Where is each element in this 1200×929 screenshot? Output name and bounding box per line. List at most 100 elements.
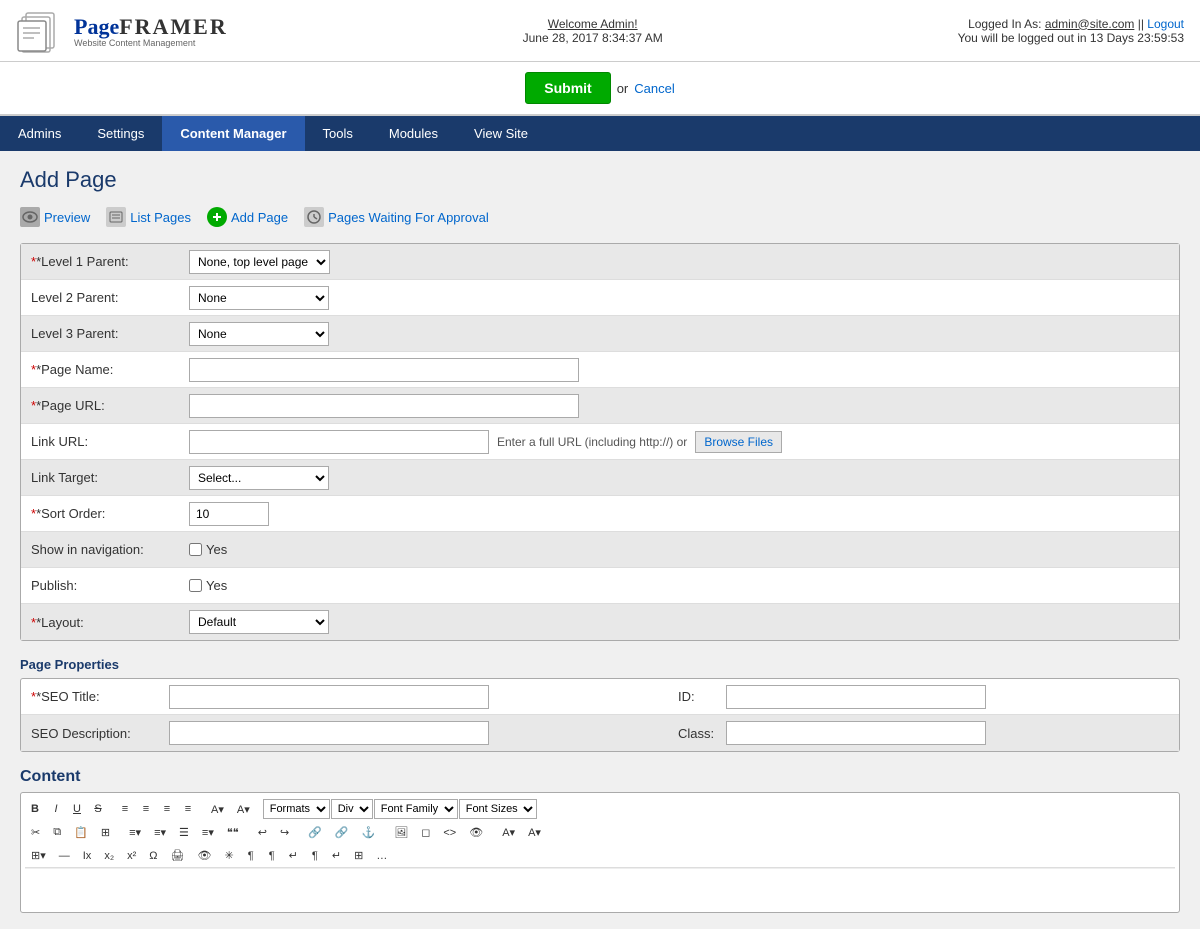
format-para-button[interactable]: ¶ <box>262 847 282 865</box>
level3-parent-select[interactable]: None Option 1 Option 2 <box>189 322 329 346</box>
page-name-input[interactable] <box>189 358 579 382</box>
bg-color-button2[interactable]: A▾ <box>522 823 547 842</box>
sort-order-label: **Sort Order: <box>21 500 181 527</box>
class-label: Class: <box>678 726 718 741</box>
align-right-button[interactable]: ≡ <box>157 800 177 818</box>
preview-link[interactable]: Preview <box>20 207 90 227</box>
page-url-input[interactable] <box>189 394 579 418</box>
level1-parent-row: **Level 1 Parent: None, top level page H… <box>21 244 1179 280</box>
level2-parent-select[interactable]: None Option 1 Option 2 <box>189 286 329 310</box>
align-center-button[interactable]: ≡ <box>136 800 156 818</box>
cut-button[interactable]: ✂ <box>25 823 46 842</box>
anchor-button[interactable]: ⚓ <box>356 823 382 842</box>
table-tools-button[interactable]: ⊞▾ <box>25 846 52 865</box>
underline-button[interactable]: U <box>67 800 87 818</box>
preview-button[interactable]: 👁 <box>463 823 489 842</box>
toolbar-row-2: ✂ ⧉ 📋 ⊞ ≡▾ ≡▾ ☰ ≡▾ ❝❝ ↩ ↪ 🔗 🔗 ⚓ 🖼 ◻ <> 👁… <box>25 821 1175 844</box>
sub-nav: Preview List Pages Add Page Pages Waitin… <box>20 207 1180 227</box>
outdent-button[interactable]: ☰ <box>173 823 195 842</box>
logout-warning: You will be logged out in 13 Days 23:59:… <box>958 31 1184 45</box>
layout-select[interactable]: Default Full Width Sidebar Left Sidebar … <box>189 610 329 634</box>
align-justify-button[interactable]: ≡ <box>178 800 198 818</box>
insert-table-button[interactable]: ◻ <box>415 823 436 842</box>
toolbar-row-3: ⊞▾ — Ix x₂ x² Ω 🖨 👁 ✳ ¶ ¶ ↵ ¶ ↵ ⊞ … <box>25 844 1175 868</box>
paste-word-button[interactable]: ⊞ <box>95 823 116 842</box>
bg-color-button[interactable]: A▾ <box>231 800 256 819</box>
pilcrow-button[interactable]: ¶ <box>305 847 325 865</box>
special-chars-button[interactable]: Ω <box>143 847 163 865</box>
level2-parent-row: Level 2 Parent: None Option 1 Option 2 <box>21 280 1179 316</box>
publish-field: Yes <box>181 574 235 597</box>
add-page-link[interactable]: Add Page <box>207 207 288 227</box>
hr-button[interactable]: — <box>53 847 76 865</box>
cancel-link[interactable]: Cancel <box>634 81 674 96</box>
ordered-list-button[interactable]: ≡▾ <box>148 823 172 842</box>
text-color-button2[interactable]: A▾ <box>496 823 521 842</box>
table2-button[interactable]: ⊞ <box>348 846 369 865</box>
nav-admins[interactable]: Admins <box>0 116 79 151</box>
copy-button[interactable]: ⧉ <box>47 823 67 842</box>
nav-settings[interactable]: Settings <box>79 116 162 151</box>
align-left-button[interactable]: ≡ <box>115 800 135 818</box>
redo-button[interactable]: ↪ <box>274 823 295 842</box>
logo-page: Page <box>74 14 119 40</box>
undo-button[interactable]: ↩ <box>252 823 273 842</box>
nav-modules[interactable]: Modules <box>371 116 456 151</box>
nav-bar: Admins Settings Content Manager Tools Mo… <box>0 116 1200 151</box>
show-blocks-button[interactable]: ¶ <box>241 847 261 865</box>
sort-order-input[interactable]: 10 <box>189 502 269 526</box>
seo-title-input[interactable] <box>169 685 489 709</box>
link-target-field: Select... _blank _self _parent _top <box>181 462 1179 494</box>
link-url-input[interactable] <box>189 430 489 454</box>
level1-parent-label: **Level 1 Parent: <box>21 248 181 275</box>
show-in-nav-checkbox[interactable] <box>189 543 202 556</box>
italic-button[interactable]: I <box>46 800 66 818</box>
logged-in-label: Logged In As: <box>968 17 1041 31</box>
submit-button[interactable]: Submit <box>525 72 610 104</box>
logo-area: Page FRAMER Website Content Management <box>16 8 228 53</box>
class-input[interactable] <box>726 721 986 745</box>
id-input[interactable] <box>726 685 986 709</box>
print-button[interactable]: 🖨 <box>165 846 191 865</box>
page-properties-panel: **SEO Title: ID: SEO Description: Class: <box>20 678 1180 752</box>
link-target-select[interactable]: Select... _blank _self _parent _top <box>189 466 329 490</box>
list-pages-link[interactable]: List Pages <box>106 207 191 227</box>
link-url-label: Link URL: <box>21 428 181 455</box>
editor-content-area[interactable] <box>25 868 1175 908</box>
nav-content-manager[interactable]: Content Manager <box>162 116 304 151</box>
seo-title-row: **SEO Title: ID: <box>21 679 1179 715</box>
publish-checkbox[interactable] <box>189 579 202 592</box>
block-select[interactable]: Div P H1 <box>331 799 373 819</box>
browse-files-button[interactable]: Browse Files <box>695 431 782 453</box>
subscript-button[interactable]: x₂ <box>98 847 120 865</box>
font-color-button[interactable]: A▾ <box>205 800 230 819</box>
strikethrough-button[interactable]: S <box>88 800 108 818</box>
nav-view-site[interactable]: View Site <box>456 116 546 151</box>
remove-link-button[interactable]: 🔗 <box>329 823 355 842</box>
nonbreaking-button[interactable]: ✳ <box>218 846 239 865</box>
waiting-approval-link[interactable]: Pages Waiting For Approval <box>304 207 489 227</box>
font-family-select[interactable]: Font Family <box>374 799 458 819</box>
html-source-button[interactable]: <> <box>437 824 462 842</box>
logout-link[interactable]: Logout <box>1147 17 1184 31</box>
link-url-field-group: Enter a full URL (including http://) or … <box>181 426 1179 458</box>
bold-button[interactable]: B <box>25 800 45 818</box>
seo-desc-input[interactable] <box>169 721 489 745</box>
indent-button[interactable]: ≡▾ <box>196 823 220 842</box>
font-size-select[interactable]: Font Sizes <box>459 799 537 819</box>
ellipsis-button[interactable]: … <box>370 847 393 865</box>
pilcrow2-button[interactable]: ↵ <box>326 846 347 865</box>
page-break-button[interactable]: ↵ <box>283 846 304 865</box>
level1-parent-select[interactable]: None, top level page Home About Contact <box>189 250 330 274</box>
unordered-list-button[interactable]: ≡▾ <box>123 823 147 842</box>
formats-select[interactable]: Formats <box>263 799 330 819</box>
superscript-button[interactable]: x² <box>121 847 142 865</box>
preview2-button[interactable]: 👁 <box>191 846 217 865</box>
paste-button[interactable]: 📋 <box>68 823 94 842</box>
nav-tools[interactable]: Tools <box>305 116 371 151</box>
insert-image-button[interactable]: 🖼 <box>388 823 414 842</box>
clear-format-button[interactable]: Ix <box>77 847 98 865</box>
blockquote-button[interactable]: ❝❝ <box>221 823 245 842</box>
insert-link-button[interactable]: 🔗 <box>302 823 328 842</box>
page-name-field <box>181 354 1179 386</box>
